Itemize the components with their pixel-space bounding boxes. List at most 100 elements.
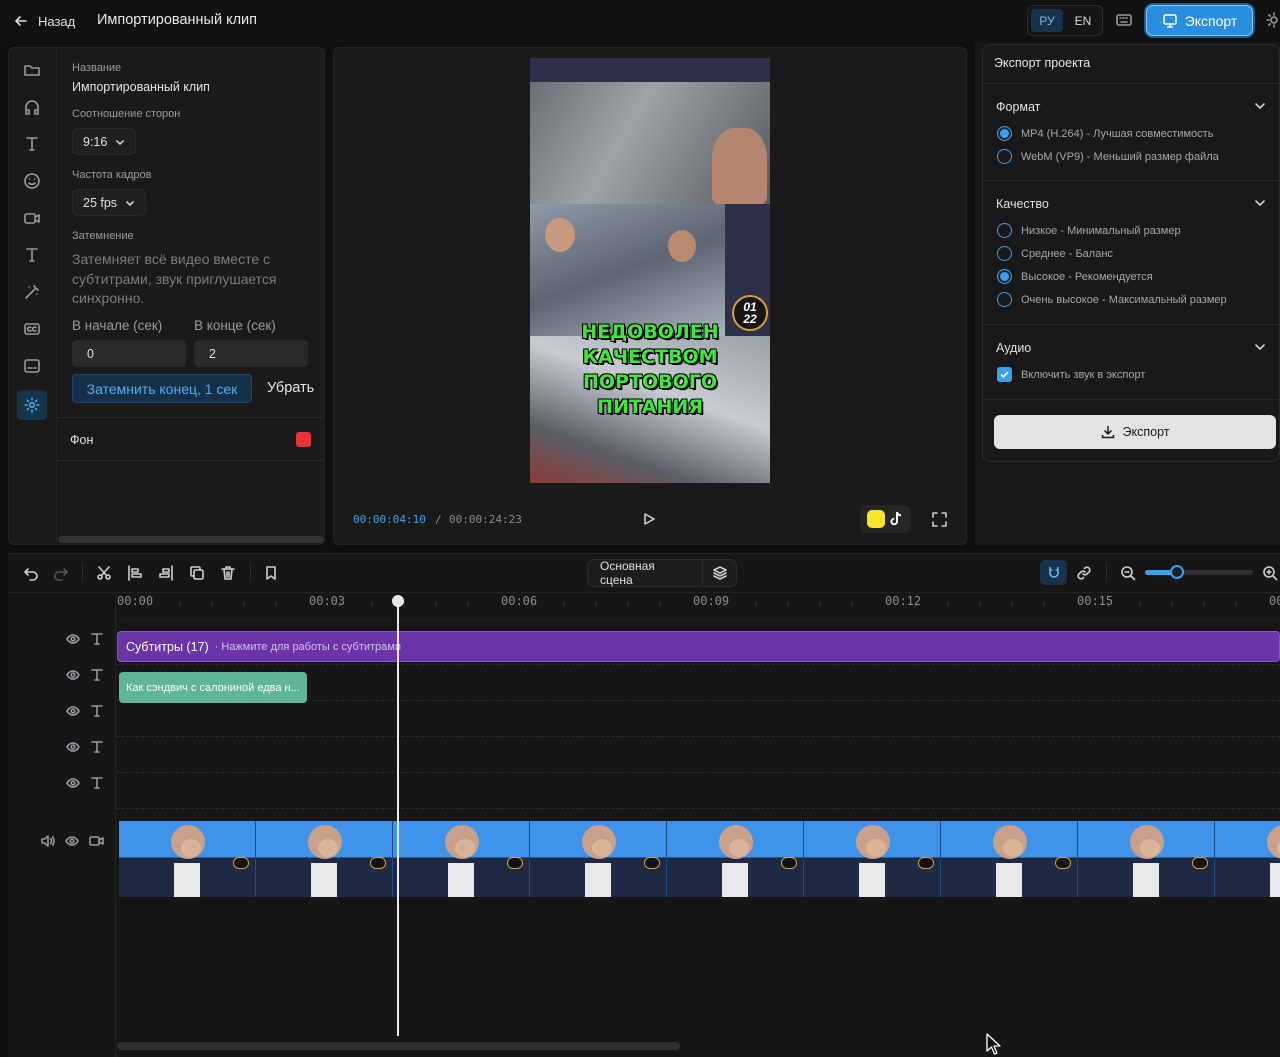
audio-section-title: Аудио bbox=[996, 341, 1032, 355]
scene-selector[interactable]: Основная сцена bbox=[587, 559, 737, 587]
current-time: 00:00:04:10 bbox=[353, 513, 426, 526]
fps-select[interactable]: 25 fps bbox=[72, 189, 147, 216]
fullscreen-icon bbox=[932, 512, 947, 527]
background-color-swatch[interactable] bbox=[296, 432, 311, 447]
remove-fade-button[interactable]: Убрать bbox=[267, 380, 314, 396]
duplicate-button[interactable] bbox=[189, 565, 205, 581]
theme-toggle[interactable] bbox=[1266, 12, 1280, 28]
eye-icon[interactable] bbox=[66, 704, 80, 718]
align-right-button[interactable] bbox=[158, 565, 174, 581]
face-shape bbox=[592, 839, 612, 857]
subtitle-tool[interactable] bbox=[22, 356, 42, 376]
camera-tool[interactable] bbox=[22, 208, 42, 228]
lang-ru-button[interactable]: РУ bbox=[1031, 9, 1063, 32]
face-shape bbox=[1140, 839, 1160, 857]
cc-tool[interactable] bbox=[22, 319, 42, 339]
audio-collapse-button[interactable] bbox=[1254, 341, 1266, 353]
eye-icon[interactable] bbox=[66, 776, 80, 790]
zoom-out-button[interactable] bbox=[1120, 565, 1136, 581]
aspect-select[interactable]: 9:16 bbox=[72, 128, 137, 155]
format-option-mp4[interactable]: MP4 (H.264) - Лучшая совместимость bbox=[997, 126, 1213, 141]
face-shape bbox=[729, 839, 749, 857]
layers-icon[interactable] bbox=[702, 560, 736, 586]
fps-value: 25 fps bbox=[83, 195, 118, 210]
arrow-left-icon bbox=[14, 14, 28, 28]
lang-en-button[interactable]: EN bbox=[1067, 9, 1099, 32]
divider bbox=[983, 180, 1280, 181]
align-left-button[interactable] bbox=[127, 565, 143, 581]
undo-button[interactable] bbox=[23, 565, 39, 581]
redo-button[interactable] bbox=[53, 565, 69, 581]
name-label: Название bbox=[72, 62, 122, 74]
track-separator bbox=[116, 808, 1280, 809]
timeline-scrollbar[interactable] bbox=[117, 1042, 680, 1050]
split-button[interactable] bbox=[96, 565, 112, 581]
timeline-panel bbox=[8, 553, 1280, 1057]
radio[interactable] bbox=[997, 223, 1012, 238]
quality-option-high[interactable]: Высокое - Рекомендуется bbox=[997, 269, 1153, 284]
export-top-button[interactable]: Экспорт bbox=[1146, 5, 1253, 36]
fade-end-button[interactable]: Затемнить конец, 1 сек bbox=[72, 374, 252, 403]
text-tool[interactable] bbox=[22, 134, 42, 154]
keyboard-shortcuts-button[interactable] bbox=[1114, 10, 1134, 30]
ruler-label: 00 bbox=[1269, 594, 1280, 608]
shirt-shape bbox=[1270, 863, 1280, 897]
align-end-icon bbox=[158, 565, 174, 581]
radio[interactable] bbox=[997, 246, 1012, 261]
zoom-in-button[interactable] bbox=[1262, 565, 1278, 581]
back-button[interactable]: Назад bbox=[14, 10, 75, 32]
export-button[interactable]: Экспорт bbox=[994, 415, 1276, 449]
fullscreen-button[interactable] bbox=[932, 512, 947, 527]
overlay-text-line: НЕДОВОЛЕН bbox=[581, 321, 719, 343]
divider bbox=[250, 562, 251, 582]
text-clip[interactable]: Как сэндвич с салониной едва н... bbox=[119, 672, 307, 703]
magic-tool[interactable] bbox=[22, 282, 42, 302]
radio-selected[interactable] bbox=[997, 269, 1012, 284]
audio-tool[interactable] bbox=[22, 97, 42, 117]
headphones-icon bbox=[22, 97, 42, 117]
snap-toggle[interactable] bbox=[1040, 560, 1067, 585]
badge-shape bbox=[233, 857, 249, 869]
link-toggle[interactable] bbox=[1076, 565, 1092, 581]
playhead[interactable] bbox=[397, 600, 399, 1036]
fade-end-input[interactable]: 2 bbox=[194, 340, 308, 367]
format-collapse-button[interactable] bbox=[1254, 100, 1266, 112]
panel-scrollbar[interactable] bbox=[58, 536, 324, 543]
eye-icon[interactable] bbox=[66, 668, 80, 682]
playhead-handle[interactable] bbox=[392, 595, 404, 607]
bookmark-button[interactable] bbox=[263, 565, 279, 581]
zoom-slider[interactable] bbox=[1145, 565, 1253, 579]
video-preview[interactable]: 01 22 НЕДОВОЛЕН КАЧЕСТВОМ ПОРТОВОГО ПИТА… bbox=[530, 58, 770, 483]
fade-start-input[interactable]: 0 bbox=[72, 340, 186, 367]
quality-option-label: Среднее - Баланс bbox=[1021, 247, 1113, 260]
radio[interactable] bbox=[997, 292, 1012, 307]
format-option-webm[interactable]: WebM (VP9) - Меньший размер файла bbox=[997, 149, 1219, 164]
settings-tool[interactable] bbox=[17, 390, 47, 420]
quality-option-very-high[interactable]: Очень высокое - Максимальный размер bbox=[997, 292, 1227, 307]
radio-selected[interactable] bbox=[997, 126, 1012, 141]
eye-icon[interactable] bbox=[65, 834, 79, 848]
chevron-down-icon bbox=[125, 198, 135, 208]
emoji-tool[interactable] bbox=[22, 171, 42, 191]
play-button[interactable] bbox=[642, 512, 656, 526]
divider bbox=[983, 399, 1280, 400]
quality-option-low[interactable]: Низкое - Минимальный размер bbox=[997, 223, 1181, 238]
folder-tool[interactable] bbox=[22, 60, 42, 80]
mouse-cursor-icon bbox=[986, 1033, 1002, 1055]
quality-option-medium[interactable]: Среднее - Баланс bbox=[997, 246, 1113, 261]
delete-button[interactable] bbox=[220, 565, 236, 581]
video-clip[interactable] bbox=[119, 821, 1280, 897]
format-option-label: WebM (VP9) - Меньший размер файла bbox=[1021, 150, 1219, 163]
audio-include-option[interactable]: Включить звук в экспорт bbox=[997, 367, 1145, 382]
overlay-text-line: ПОРТОВОГО bbox=[583, 371, 717, 393]
checkbox-checked[interactable] bbox=[997, 367, 1012, 382]
caption-text-tool[interactable] bbox=[22, 245, 42, 265]
radio[interactable] bbox=[997, 149, 1012, 164]
quality-collapse-button[interactable] bbox=[1254, 197, 1266, 209]
volume-icon[interactable] bbox=[40, 834, 55, 848]
eye-icon[interactable] bbox=[66, 632, 80, 646]
social-platform-button[interactable] bbox=[860, 505, 910, 533]
chevron-down-icon bbox=[1254, 341, 1266, 353]
eye-icon[interactable] bbox=[66, 740, 80, 754]
subtitles-track-clip[interactable]: Субтитры (17) · Нажмите для работы с суб… bbox=[117, 631, 1280, 662]
